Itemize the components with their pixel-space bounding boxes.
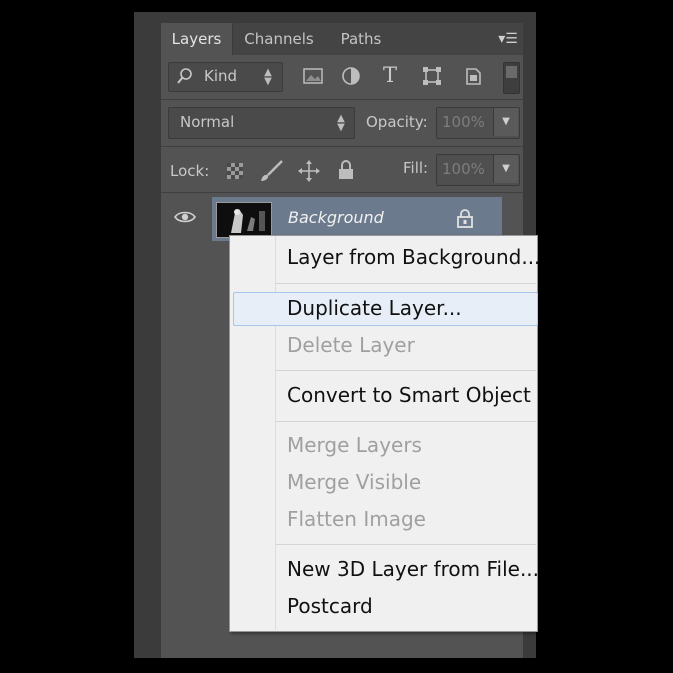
adjustment-filter-icon[interactable] <box>340 65 362 87</box>
blend-mode-value: Normal <box>180 113 235 131</box>
smart-object-filter-icon[interactable] <box>462 65 484 87</box>
type-filter-icon[interactable]: T <box>378 64 402 86</box>
menu-separator <box>276 283 536 284</box>
chevron-updown-icon: ▲ ▼ <box>264 67 272 87</box>
tab-channels[interactable]: Channels <box>234 23 324 55</box>
menu-item-merge-layers[interactable]: Merge Layers <box>287 433 422 457</box>
lock-position-icon[interactable] <box>297 159 321 183</box>
fill-value: 100% <box>442 160 485 178</box>
menu-separator <box>276 544 536 545</box>
chevron-down-icon[interactable]: ▼ <box>493 108 518 136</box>
filter-toggle-switch[interactable] <box>503 62 520 94</box>
opacity-label: Opacity: <box>366 113 428 131</box>
eye-icon[interactable] <box>174 208 196 226</box>
menu-item-duplicate-layer[interactable]: Duplicate Layer... <box>287 296 462 320</box>
filter-kind-label: Kind <box>204 67 238 85</box>
panel-tab-bar: Layers Channels Paths <box>161 23 523 55</box>
menu-item-postcard[interactable]: Postcard <box>287 594 373 618</box>
menu-item-merge-visible[interactable]: Merge Visible <box>287 470 421 494</box>
lock-all-icon[interactable] <box>337 159 355 181</box>
fill-label: Fill: <box>403 159 429 177</box>
divider <box>161 99 523 100</box>
search-icon <box>177 68 192 84</box>
lock-label: Lock: <box>170 162 210 180</box>
chevron-updown-icon: ▲ ▼ <box>337 113 345 133</box>
lock-transparent-icon[interactable] <box>226 162 244 180</box>
menu-item-layer-from-background[interactable]: Layer from Background... <box>287 245 540 269</box>
panel-menu-icon[interactable]: ▾☰ <box>496 29 520 49</box>
lock-image-icon[interactable] <box>258 159 284 183</box>
layer-name: Background <box>288 208 384 227</box>
image-filter-icon[interactable] <box>302 66 324 86</box>
menu-separator <box>276 370 536 371</box>
divider <box>161 146 523 147</box>
menu-separator <box>276 421 536 422</box>
menu-item-delete-layer[interactable]: Delete Layer <box>287 333 415 357</box>
layer-thumbnail <box>216 202 272 238</box>
lock-icon <box>457 209 473 228</box>
shape-filter-icon[interactable] <box>421 65 443 87</box>
opacity-value: 100% <box>442 113 485 131</box>
tab-layers[interactable]: Layers <box>161 23 233 55</box>
menu-item-convert-to-smart-object[interactable]: Convert to Smart Object <box>287 383 531 407</box>
divider <box>161 192 523 193</box>
menu-item-flatten-image[interactable]: Flatten Image <box>287 507 426 531</box>
chevron-down-icon[interactable]: ▼ <box>493 155 518 183</box>
tab-paths[interactable]: Paths <box>326 23 396 55</box>
menu-item-new-3d-layer-from-file[interactable]: New 3D Layer from File... <box>287 557 539 581</box>
